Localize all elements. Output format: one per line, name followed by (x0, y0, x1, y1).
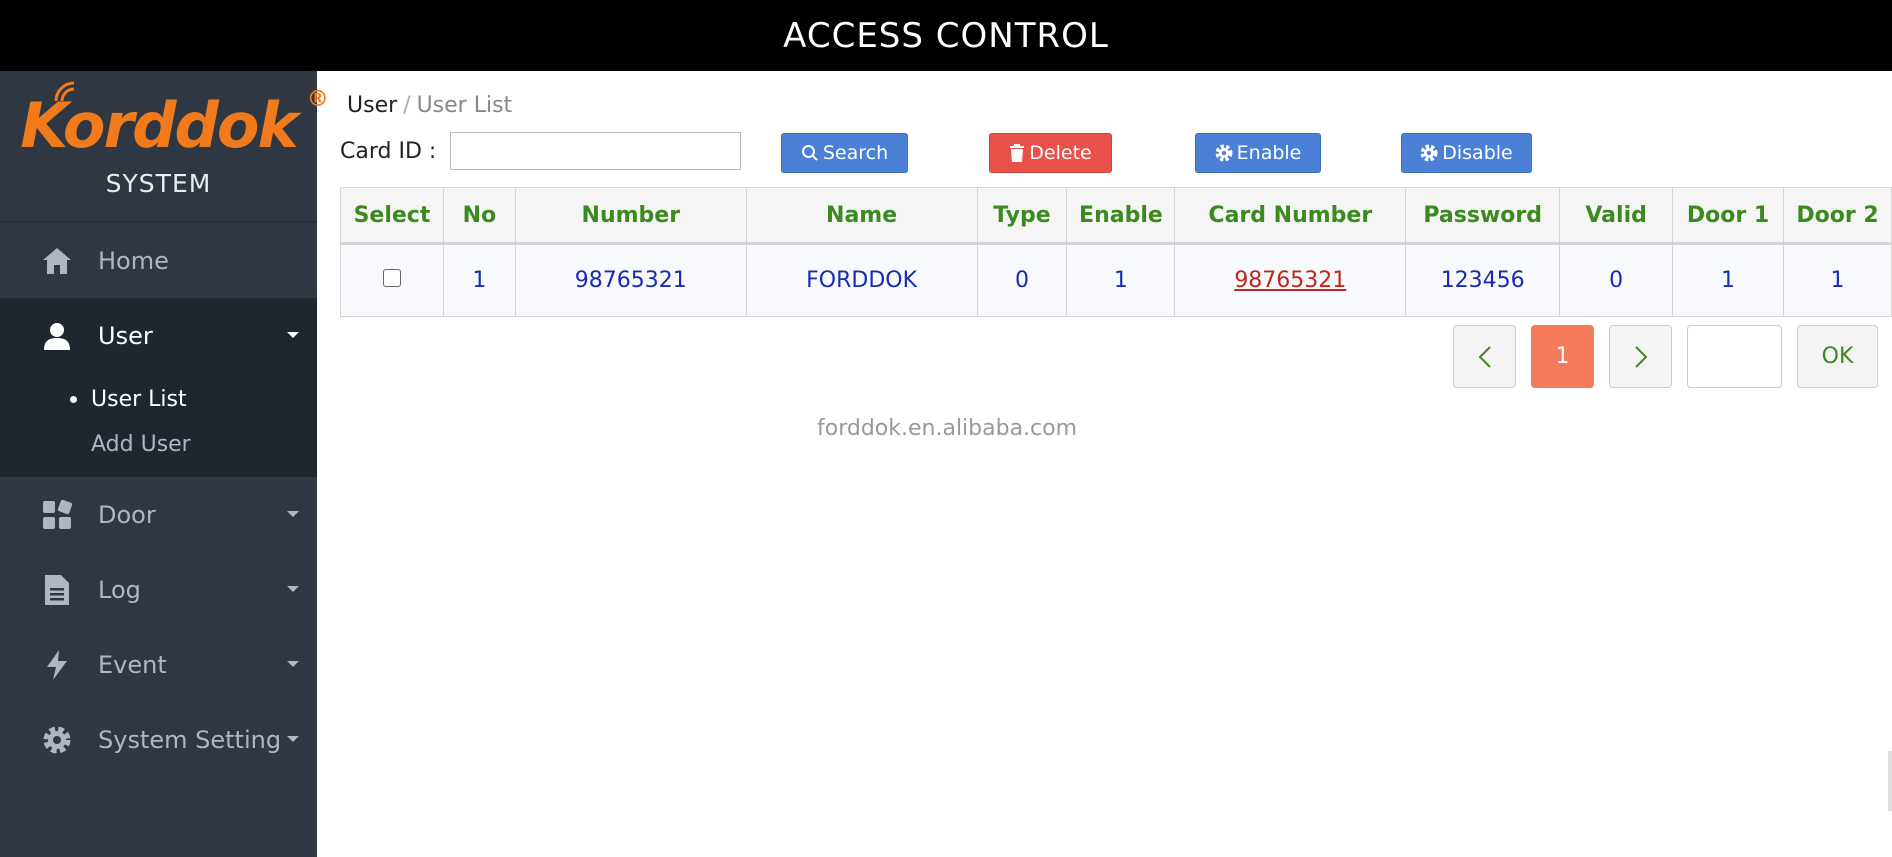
main-content: User / User List Card ID : Search Delete E… (317, 71, 1892, 857)
enable-cell: 1 (1066, 243, 1176, 317)
sidebar-subitem-user-list[interactable]: User List (0, 377, 317, 422)
column-header-password[interactable]: Password (1405, 187, 1561, 245)
column-header-number[interactable]: Number (514, 187, 747, 245)
app-title: ACCESS CONTROL (783, 15, 1109, 56)
bolt-icon (40, 648, 74, 682)
column-header-door-1[interactable]: Door 1 (1672, 187, 1784, 245)
app-header: ACCESS CONTROL (0, 0, 1892, 71)
chevron-down-icon (287, 736, 299, 742)
door-2-cell: 1 (1783, 243, 1892, 317)
chevron-right-icon (1634, 345, 1647, 368)
sidebar-item-door[interactable]: Door (0, 477, 317, 552)
sidebar-item-label: Event (98, 650, 167, 679)
chevron-down-icon (287, 661, 299, 667)
delete-button[interactable]: Delete (989, 133, 1112, 173)
brand-subtitle: SYSTEM (105, 168, 212, 198)
sidebar-item-event[interactable]: Event (0, 627, 317, 702)
chevron-down-icon (287, 511, 299, 517)
sidebar-item-label: Log (98, 575, 141, 604)
breadcrumb-separator: / (403, 93, 411, 118)
brand-logo: Korddok ® (20, 81, 329, 157)
column-header-no[interactable]: No (442, 187, 516, 245)
enable-button[interactable]: Enable (1195, 133, 1321, 173)
row-select-checkbox[interactable] (382, 269, 401, 287)
type-cell: 0 (976, 243, 1068, 317)
search-icon (801, 145, 818, 161)
sidebar-subitem-label: Add User (91, 432, 191, 457)
search-button-label: Search (822, 142, 889, 164)
disable-button[interactable]: Disable (1401, 133, 1532, 173)
column-header-type[interactable]: Type (976, 187, 1068, 245)
sidebar-item-system-setting[interactable]: System Setting (0, 702, 317, 777)
brand: Korddok ® SYSTEM (0, 71, 329, 223)
grid-icon (40, 498, 74, 532)
sidebar: Korddok ® SYSTEM Home User User List Add… (0, 71, 329, 857)
sidebar-item-log[interactable]: Log (0, 552, 317, 627)
goto-page-ok-button[interactable]: OK (1797, 325, 1878, 388)
card-number-link[interactable]: 98765321 (1234, 268, 1346, 293)
sidebar-item-user[interactable]: User (0, 298, 317, 373)
search-button[interactable]: Search (781, 133, 908, 173)
sidebar-item-home[interactable]: Home (0, 223, 317, 298)
gear-icon (1215, 144, 1233, 162)
user-table: Select No Number Name Type Enable Card N… (340, 187, 1892, 317)
valid-cell: 0 (1559, 243, 1674, 317)
sidebar-item-label: Door (98, 500, 156, 529)
breadcrumb-parent[interactable]: User (347, 93, 397, 118)
goto-page-input[interactable] (1687, 325, 1782, 388)
watermark: forddok.en.alibaba.com (817, 416, 1078, 441)
door-1-cell: 1 (1672, 243, 1784, 317)
column-header-door-2[interactable]: Door 2 (1783, 187, 1892, 245)
breadcrumb-current: User List (416, 93, 513, 118)
next-page-button[interactable] (1609, 325, 1672, 388)
sidebar-item-label: User (98, 321, 153, 350)
wifi-icon (54, 81, 75, 101)
card-id-input[interactable] (450, 132, 742, 170)
breadcrumb: User / User List (347, 93, 512, 118)
select-cell (340, 243, 444, 317)
password-cell: 123456 (1405, 243, 1561, 317)
sidebar-subitem-add-user[interactable]: Add User (0, 422, 317, 467)
trash-icon (1010, 144, 1025, 162)
sidebar-item-label: System Setting (98, 725, 282, 754)
user-icon (40, 319, 74, 353)
sidebar-item-label: Home (98, 246, 169, 275)
card-id-filter: Card ID : (340, 129, 742, 173)
table-row[interactable]: 1 98765321 FORDDOK 0 1 98765321 123456 0… (340, 243, 1892, 317)
column-header-name[interactable]: Name (745, 187, 978, 245)
column-header-select[interactable]: Select (340, 187, 444, 245)
scrollbar[interactable] (1888, 751, 1892, 811)
column-header-card-number[interactable]: Card Number (1174, 187, 1407, 245)
number-cell: 98765321 (514, 243, 747, 317)
enable-button-label: Enable (1236, 142, 1302, 164)
chevron-left-icon (1478, 345, 1491, 368)
disable-button-label: Disable (1442, 142, 1513, 164)
chevron-down-icon (287, 332, 299, 338)
card-id-label: Card ID : (340, 138, 437, 164)
user-submenu: User List Add User (0, 373, 317, 477)
delete-button-label: Delete (1029, 142, 1092, 164)
gear-icon (1420, 144, 1438, 162)
name-cell: FORDDOK (745, 243, 978, 317)
no-cell: 1 (442, 243, 516, 317)
column-header-enable[interactable]: Enable (1066, 187, 1176, 245)
card-number-cell: 98765321 (1174, 243, 1407, 317)
previous-page-button[interactable] (1453, 325, 1516, 388)
document-icon (40, 573, 74, 607)
sidebar-subitem-label: User List (91, 387, 187, 412)
page-1-button[interactable]: 1 (1531, 325, 1594, 388)
gear-icon (40, 723, 74, 757)
chevron-down-icon (287, 586, 299, 592)
column-header-valid[interactable]: Valid (1559, 187, 1674, 245)
table-header-row: Select No Number Name Type Enable Card N… (340, 187, 1892, 245)
home-icon (40, 244, 74, 278)
